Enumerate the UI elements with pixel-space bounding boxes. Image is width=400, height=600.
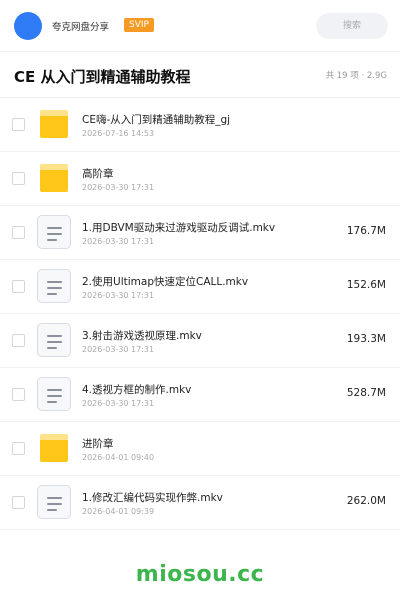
item-summary: 共 19 项 · 2.9G [325, 71, 387, 81]
file-icon [37, 215, 71, 249]
select-checkbox[interactable] [12, 172, 25, 185]
select-checkbox[interactable] [12, 334, 25, 347]
item-name[interactable]: 3.射击游戏透视原理.mkv [82, 328, 202, 343]
item-date: 2026-03-30 17:31 [82, 399, 155, 408]
list-item[interactable]: 1.修改汇编代码实现作弊.mkv 2026-04-01 09:39 262.0M [0, 476, 400, 530]
select-checkbox[interactable] [12, 226, 25, 239]
search-input[interactable]: 搜索 [316, 13, 388, 39]
app-logo-icon[interactable] [14, 12, 42, 40]
file-icon [37, 485, 71, 519]
list-item[interactable]: CE嗨-从入门到精通辅助教程_gj 2026-07-16 14:53 [0, 98, 400, 152]
item-size: 176.7M [346, 225, 386, 237]
item-size: 262.0M [346, 495, 386, 507]
file-icon [37, 377, 71, 411]
item-size: 193.3M [346, 333, 386, 345]
select-checkbox[interactable] [12, 118, 25, 131]
item-date: 2026-03-30 17:31 [82, 345, 155, 354]
list-item[interactable]: 3.射击游戏透视原理.mkv 2026-03-30 17:31 193.3M [0, 314, 400, 368]
brand-name: 夸克网盘分享 [52, 22, 110, 33]
file-icon [37, 323, 71, 357]
file-list: CE嗨-从入门到精通辅助教程_gj 2026-07-16 14:53 高阶章 2026… [0, 98, 400, 530]
folder-header: CE 从入门到精通辅助教程 共 19 项 · 2.9G [0, 52, 400, 98]
item-name[interactable]: CE嗨-从入门到精通辅助教程_gj [82, 112, 230, 127]
list-item[interactable]: 2.使用Ultimap快速定位CALL.mkv 2026-03-30 17:31 1… [0, 260, 400, 314]
watermark: miosou.cc [135, 562, 265, 587]
svip-badge[interactable]: SVIP [124, 18, 154, 32]
select-checkbox[interactable] [12, 388, 25, 401]
select-checkbox[interactable] [12, 280, 25, 293]
folder-icon [40, 110, 68, 138]
item-date: 2026-03-30 17:31 [82, 183, 155, 192]
item-name[interactable]: 4.透视方框的制作.mkv [82, 382, 191, 397]
list-item[interactable]: 进阶章 2026-04-01 09:40 [0, 422, 400, 476]
folder-icon [40, 434, 68, 462]
top-bar: 夸克网盘分享 SVIP 搜索 [0, 0, 400, 52]
list-item[interactable]: 1.用DBVM驱动来过游戏驱动反调试.mkv 2026-03-30 17:31 17… [0, 206, 400, 260]
item-date: 2026-03-30 17:31 [82, 237, 155, 246]
item-date: 2026-04-01 09:40 [82, 453, 155, 462]
item-size: 152.6M [346, 279, 386, 291]
list-item[interactable]: 高阶章 2026-03-30 17:31 [0, 152, 400, 206]
list-item[interactable]: 4.透视方框的制作.mkv 2026-03-30 17:31 528.7M [0, 368, 400, 422]
item-date: 2026-03-30 17:31 [82, 291, 155, 300]
select-checkbox[interactable] [12, 496, 25, 509]
select-checkbox[interactable] [12, 442, 25, 455]
file-icon [37, 269, 71, 303]
item-name[interactable]: 高阶章 [82, 166, 114, 181]
page-title: CE 从入门到精通辅助教程 [14, 68, 191, 86]
item-size: 528.7M [346, 387, 386, 399]
folder-icon [40, 164, 68, 192]
item-date: 2026-07-16 14:53 [82, 129, 155, 138]
item-name[interactable]: 进阶章 [82, 436, 114, 451]
item-date: 2026-04-01 09:39 [82, 507, 155, 516]
item-name[interactable]: 2.使用Ultimap快速定位CALL.mkv [82, 274, 248, 289]
item-name[interactable]: 1.修改汇编代码实现作弊.mkv [82, 490, 223, 505]
item-name[interactable]: 1.用DBVM驱动来过游戏驱动反调试.mkv [82, 220, 275, 235]
